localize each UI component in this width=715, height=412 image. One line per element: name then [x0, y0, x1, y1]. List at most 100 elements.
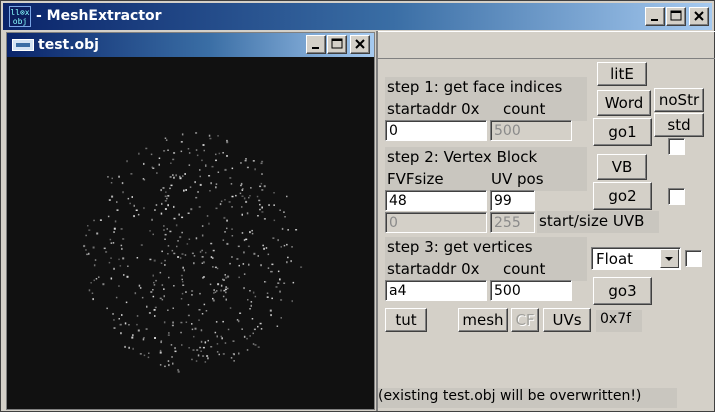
vb-button[interactable]: VB — [597, 154, 647, 180]
uvs-button[interactable]: UVs — [543, 308, 591, 332]
mesh-point — [225, 298, 227, 301]
mesh-point — [271, 297, 273, 300]
mesh-point — [197, 191, 199, 193]
uvb-start-input[interactable]: 0 — [385, 212, 487, 233]
mesh-point — [108, 199, 111, 201]
title-bar[interactable]: ll⊗x obj - MeshExtractor — [3, 3, 712, 30]
number-type-select[interactable]: Float — [591, 247, 681, 270]
mesh-point — [153, 259, 156, 262]
mesh-point — [174, 347, 176, 350]
step3-addr-input[interactable]: a4 — [385, 280, 487, 301]
mesh-point — [206, 215, 209, 217]
mesh-point — [261, 189, 264, 191]
mesh-point — [159, 364, 162, 366]
mesh-point — [163, 225, 165, 227]
go2-button[interactable]: go2 — [593, 182, 652, 210]
preview-minimize-button[interactable] — [306, 35, 326, 54]
minimize-icon — [312, 47, 319, 49]
lite-button[interactable]: litE — [597, 62, 647, 86]
mesh-point — [134, 292, 137, 295]
mesh-point — [161, 250, 163, 253]
mesh-point — [200, 350, 202, 352]
step3-count-input[interactable]: 500 — [490, 280, 572, 301]
mesh-point — [199, 169, 201, 171]
step1-count-input[interactable]: 500 — [490, 120, 572, 141]
mesh-point — [164, 233, 167, 236]
mesh-button[interactable]: mesh — [458, 308, 508, 332]
mesh-point — [143, 337, 145, 339]
mesh-point — [260, 182, 263, 185]
step2-heading: step 2: Vertex Block — [387, 148, 538, 166]
tut-button[interactable]: tut — [385, 308, 427, 332]
step1-checkbox[interactable] — [668, 138, 685, 155]
mesh-point — [196, 154, 199, 157]
mesh-point — [155, 279, 157, 282]
dropdown-button[interactable] — [660, 249, 679, 268]
close-icon — [694, 11, 704, 21]
mesh-point — [239, 192, 242, 195]
mesh-point — [231, 256, 233, 258]
nostr-button[interactable]: noStr — [654, 88, 704, 112]
mesh-point — [252, 332, 254, 335]
mesh-point — [226, 227, 228, 230]
uv-pos-input[interactable]: 99 — [490, 190, 535, 211]
mesh-point — [95, 278, 98, 280]
mesh-point — [126, 160, 128, 163]
mesh-point — [241, 206, 243, 208]
fvf-size-input[interactable]: 48 — [385, 190, 487, 211]
mesh-point — [242, 263, 245, 265]
mesh-point — [163, 295, 165, 298]
step1-heading: step 1: get face indices — [387, 78, 563, 96]
minimize-button[interactable] — [645, 7, 665, 26]
mesh-point — [226, 141, 229, 144]
mesh-point — [107, 215, 110, 218]
mesh-point — [235, 194, 237, 197]
mesh-point — [223, 216, 226, 219]
mesh-point — [240, 162, 242, 164]
mesh-point — [280, 317, 282, 319]
preview-maximize-button[interactable] — [327, 35, 347, 54]
mesh-point — [148, 352, 150, 354]
mesh-point — [263, 185, 266, 188]
preview-close-button[interactable] — [350, 35, 370, 54]
go3-button[interactable]: go3 — [593, 277, 652, 305]
uvb-size-input[interactable]: 255 — [490, 212, 535, 233]
mesh-point — [181, 231, 183, 234]
go1-button[interactable]: go1 — [593, 118, 652, 146]
mesh-point — [167, 195, 170, 197]
mesh-point — [245, 238, 248, 241]
preview-title-bar[interactable]: test.obj — [7, 33, 374, 57]
word-button[interactable]: Word — [597, 90, 651, 116]
close-button[interactable] — [689, 7, 709, 26]
mesh-point — [160, 341, 162, 344]
mesh-point — [188, 152, 191, 154]
mesh-point — [164, 365, 166, 368]
maximize-button[interactable] — [666, 7, 686, 26]
mesh-point — [154, 209, 156, 211]
mesh-point — [212, 266, 214, 268]
mesh-point — [251, 232, 254, 235]
step2-checkbox[interactable] — [668, 188, 685, 205]
mesh-point — [207, 339, 209, 342]
mesh-point — [220, 289, 222, 292]
step1-addr-input[interactable]: 0 — [385, 120, 487, 141]
mesh-point — [210, 256, 213, 259]
mesh-point — [251, 229, 253, 232]
mesh-point — [185, 189, 187, 191]
mesh-viewport[interactable] — [7, 57, 374, 409]
mesh-point — [246, 349, 249, 351]
mesh-point — [200, 340, 203, 343]
std-button[interactable]: std — [654, 113, 704, 137]
mesh-point — [210, 242, 213, 245]
mesh-point — [150, 291, 153, 293]
mesh-point — [277, 239, 279, 242]
mesh-point — [231, 206, 233, 208]
mesh-point — [110, 182, 113, 184]
step3-checkbox[interactable] — [685, 250, 702, 267]
mesh-point — [128, 324, 130, 326]
mesh-point — [201, 159, 203, 162]
mesh-point — [171, 356, 173, 358]
mesh-point — [222, 152, 224, 154]
mesh-point — [212, 249, 215, 252]
cf-button[interactable]: CF — [511, 308, 539, 332]
